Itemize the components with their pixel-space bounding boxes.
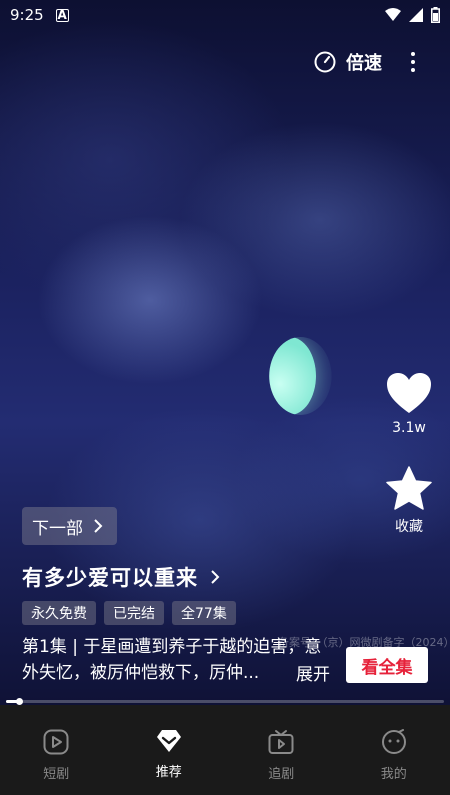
signal-icon xyxy=(409,8,423,22)
tab-mine[interactable]: 我的 xyxy=(338,705,450,795)
status-time: 9:25 xyxy=(10,6,44,24)
tab-short-drama[interactable]: 短剧 xyxy=(0,705,113,795)
episode-description: 第1集 | 于星画遭到养子于越的迫害，意外失忆，被厉仲恺救下，厉仲... xyxy=(22,637,322,683)
collect-star-icon[interactable] xyxy=(386,466,432,510)
series-tags: 永久免费 已完结 全77集 xyxy=(22,601,236,625)
speed-gauge-icon xyxy=(314,51,336,73)
tab-label: 推荐 xyxy=(155,765,182,780)
tab-label: 短剧 xyxy=(43,767,70,782)
more-options-icon[interactable] xyxy=(402,49,424,75)
bottom-tab-bar: 短剧 推荐 追剧 我的 xyxy=(0,705,450,795)
series-title: 有多少爱可以重来 xyxy=(22,566,198,590)
wifi-icon xyxy=(385,8,401,21)
progress-bar[interactable] xyxy=(6,698,444,705)
diamond-icon xyxy=(156,730,181,752)
next-part-label: 下一部 xyxy=(32,518,83,539)
expand-button[interactable]: 展开 xyxy=(296,660,330,685)
tab-label: 追剧 xyxy=(268,767,295,782)
tag-completed: 已完结 xyxy=(104,601,164,625)
app-notification-icon: A xyxy=(55,8,69,22)
like-count: 3.1w xyxy=(392,420,426,436)
chevron-right-icon xyxy=(94,519,103,533)
next-part-button[interactable]: 下一部 xyxy=(22,507,117,545)
tab-follow[interactable]: 追剧 xyxy=(225,705,338,795)
like-heart-icon[interactable] xyxy=(386,372,432,414)
tab-recommend[interactable]: 推荐 xyxy=(113,705,226,795)
collect-label: 收藏 xyxy=(395,519,423,535)
tab-label: 我的 xyxy=(380,767,407,782)
top-bar: 倍速 xyxy=(314,48,450,76)
status-bar: 9:25 A xyxy=(0,0,450,30)
battery-icon xyxy=(431,7,440,23)
watch-all-button[interactable]: 看全集 xyxy=(346,647,428,683)
chevron-right-icon xyxy=(211,570,220,584)
right-action-bar: 3.1w 收藏 xyxy=(385,372,433,536)
tag-free: 永久免费 xyxy=(22,601,96,625)
speed-label: 倍速 xyxy=(346,53,382,74)
status-icons xyxy=(385,7,440,23)
speed-button[interactable]: 倍速 xyxy=(314,49,382,75)
tv-icon xyxy=(268,730,294,754)
video-player[interactable] xyxy=(0,0,450,705)
series-title-link[interactable]: 有多少爱可以重来 xyxy=(22,562,220,592)
tag-episodes: 全77集 xyxy=(172,601,236,625)
moon-image xyxy=(269,337,316,415)
play-icon xyxy=(43,729,69,755)
face-icon xyxy=(381,729,406,754)
